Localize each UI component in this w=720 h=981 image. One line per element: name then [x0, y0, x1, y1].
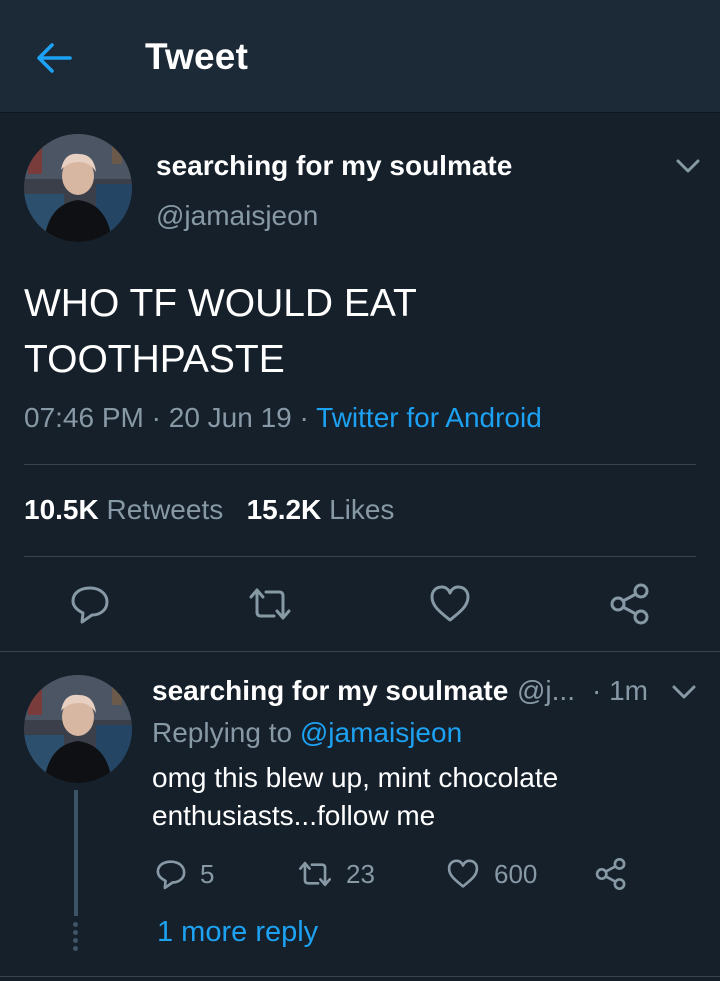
reply-author-display-name[interactable]: searching for my soulmate [152, 675, 508, 707]
reply-share-button[interactable] [594, 856, 628, 892]
share-icon [610, 583, 649, 625]
reply-reply-button[interactable]: 5 [154, 856, 214, 892]
retweet-icon [249, 588, 291, 620]
share-icon [595, 858, 626, 890]
meta-separator: · [143, 402, 169, 433]
heart-icon [447, 859, 479, 888]
share-button[interactable] [608, 582, 652, 626]
reply-options-button[interactable] [670, 682, 698, 702]
divider [24, 464, 696, 465]
heart-icon [430, 585, 470, 622]
reply-count: 5 [200, 858, 215, 889]
divider [24, 556, 696, 557]
tweet-time: 07:46 PM [24, 402, 144, 433]
chevron-down-icon [672, 685, 696, 699]
tweet-meta: 07:46 PM · 20 Jun 19 · Twitter for Andro… [24, 402, 542, 434]
tweet-stats: 10.5K Retweets 15.2K Likes [24, 494, 394, 526]
reply-retweet-button[interactable]: 23 [298, 856, 375, 892]
arrow-left-icon [37, 43, 72, 73]
retweets-count: 10.5K [24, 494, 99, 525]
comment-bubble-icon [156, 860, 186, 890]
reply-age: · 1m [592, 675, 648, 706]
likes-label: Likes [329, 494, 395, 525]
page-title: Tweet [145, 36, 249, 77]
reply-author-avatar[interactable] [24, 675, 132, 783]
likes-count: 15.2K [246, 494, 322, 525]
tweet-text: WHO TF WOULD EAT TOOTHPASTE [24, 282, 417, 381]
thread-dots [73, 922, 79, 954]
tweet-date: 20 Jun 19 [168, 402, 292, 433]
likes-stat[interactable]: 15.2K Likes [247, 494, 395, 525]
top-app-bar: Tweet [0, 0, 720, 113]
retweet-icon [299, 861, 331, 887]
replying-to: Replying to @jamaisjeon [152, 717, 462, 749]
reply-like-button[interactable]: 600 [446, 856, 537, 892]
reply-author-handle[interactable]: @j... [517, 675, 575, 707]
tweet-options-button[interactable] [674, 156, 702, 176]
tweet-source-link[interactable]: Twitter for Android [316, 402, 542, 433]
avatar-photo [24, 675, 132, 783]
author-display-name[interactable]: searching for my soulmate [156, 150, 512, 182]
back-button[interactable] [34, 38, 74, 78]
more-replies-link[interactable]: 1 more reply [157, 916, 318, 949]
replying-to-handle-link[interactable]: @jamaisjeon [300, 717, 462, 748]
retweets-label: Retweets [106, 494, 224, 525]
retweet-count: 23 [346, 858, 375, 889]
retweet-button[interactable] [248, 582, 292, 626]
retweets-stat[interactable]: 10.5K Retweets [24, 494, 223, 525]
author-handle[interactable]: @jamaisjeon [156, 200, 318, 232]
comment-bubble-icon [71, 586, 109, 624]
reply-button[interactable] [68, 582, 112, 626]
like-count: 600 [494, 858, 538, 889]
meta-separator: · [291, 402, 317, 433]
thread-line [74, 790, 78, 916]
section-divider [0, 976, 720, 977]
chevron-down-icon [676, 159, 700, 173]
reply-text: omg this blew up, mint chocolate enthusi… [152, 762, 559, 831]
like-button[interactable] [428, 582, 472, 626]
section-divider [0, 651, 720, 652]
avatar-photo [24, 134, 132, 242]
author-avatar[interactable] [24, 134, 132, 242]
replying-prefix: Replying to [152, 717, 293, 748]
